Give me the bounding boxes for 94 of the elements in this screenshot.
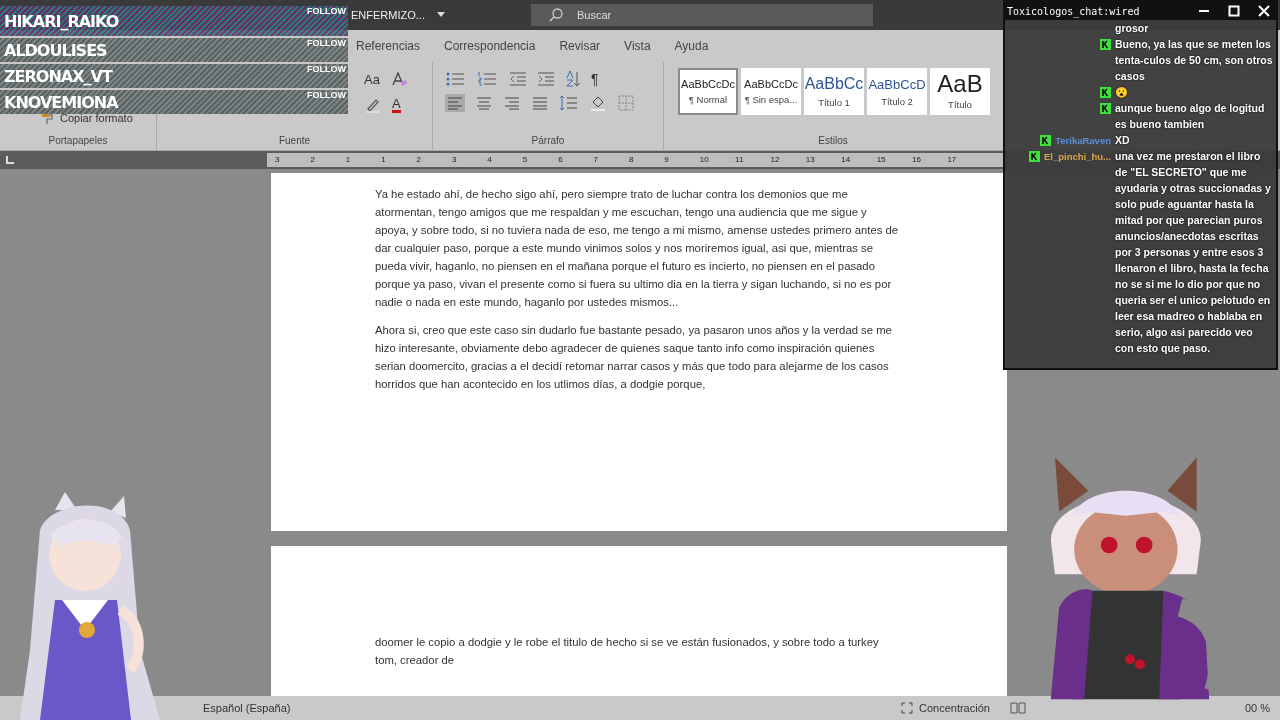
group-label: Portapapeles [47,135,109,148]
ruler-number: 15 [876,154,887,166]
paragraph: Ya he estado ahí, de hecho sigo ahí, pero siempre trato de luchar contra los demonios que me atormentan, tengo amigos que me respaldan y me escuchan, tengo una audiencia que me sigue y apoya, y sobre todo, si no tuviera nada de eso, me tengo a mi mismo, amense ustedes primero antes de dar cualquier paso, porque a este mundo vinimos solos y nos moriremos igual, asi que, mientras se pueda vivir, haganlo, no piensen en el mañana porque el futuro es incierto, no piensen en el pasado porque ya paso, vivan el presente como si fuera su ultimo dia en la tierra y sigan luchando, si no es por nadie o nada en este mundo, haganlo por ustedes mismos... [375,187,900,310]
chat-username[interactable]: El_pinchi_hu... [1043,151,1111,162]
bullet-list-icon[interactable] [445,71,467,87]
brush-icon [40,111,54,125]
ruler-number: 8 [628,154,635,166]
ruler-number: 9 [664,154,670,166]
format-painter-button[interactable]: Copiar formato [40,111,133,125]
align-center-icon[interactable] [475,94,493,112]
follower-name: ALDOULISES [4,40,107,60]
font-color-button[interactable]: A [392,97,401,113]
style-gallery-item[interactable]: AaBbCcD Título 2 [867,68,927,115]
ruler-number: 13 [805,154,816,166]
chat-message: una vez me prestaron el libro de "EL SECRETO" que me ayudaria y otras succionadas y solo pude aguantar hasta la mitad por que parecian puros anuncios/anecdotas escritas por 3 personas y entre esos 3 llenaron el libro, hasta la fecha no se si me lo dio por que no queria ser el unico pelotudo en leer esa madreo o hablaba en serio, algo asi parecido veo con esto que paso. [1115,149,1272,356]
clear-format-icon[interactable] [389,70,408,88]
style-preview: AaBbCc [805,75,863,93]
ruler-number: 1 [345,154,352,166]
follow-label: FOLLOW [307,38,346,48]
style-preview: AaB [937,73,983,95]
style-preview: AaBbCcDc [681,78,735,90]
chat-message: aunque bueno algo de logitud es bueno tambien [1115,101,1266,132]
style-preview: AaBbCcD [868,76,926,92]
chat-message: grosor [1115,21,1150,36]
follow-label: FOLLOW [307,6,346,16]
chat-message: 😮 [1115,85,1129,100]
ruler-number: 2 [310,154,316,166]
ruler-number: 11 [735,154,745,166]
ruler-number: 2 [416,154,422,166]
ruler-number: 7 [593,154,599,166]
style-name: ¶ Normal [688,94,728,105]
ruler-number: 4 [487,154,493,166]
language-indicator[interactable]: Español (España) [203,702,291,714]
ribbon-tab[interactable]: Correspondencia [444,35,536,57]
zoom-level[interactable]: 00 % [1244,702,1270,714]
search-icon [548,8,563,22]
show-formatting-button[interactable]: ¶ [591,71,599,87]
ruler-number: 16 [912,154,922,166]
align-right-icon[interactable] [503,94,521,112]
search-field[interactable]: Buscar [530,4,873,26]
ruler-number: 3 [275,154,281,166]
group-label: Fuente [277,135,312,148]
follower-name: KNOVEMIONA [4,92,118,112]
group-label: Párrafo [530,135,566,148]
caret-icon [436,12,445,18]
ribbon-tab[interactable]: Vista [624,35,651,57]
focus-mode-button[interactable]: Concentración [895,701,996,715]
ruler-number: 10 [699,154,710,166]
document-title[interactable]: ENFERMIZO... [351,9,445,21]
ruler[interactable]: 3 2 1 1 2 3 4 5 6 7 8 9 10 11 12 13 14 15 16 17 [267,153,1003,167]
follow-label: FOLLOW [307,90,346,100]
line-spacing-icon[interactable] [559,94,579,112]
follower-name: HIKARI_RAIKO [4,11,119,31]
style-name: Título [948,99,972,110]
ribbon-tab[interactable]: Ayuda [674,35,709,57]
style-name: ¶ Sin espa... [744,94,798,105]
style-name: Título 1 [818,97,850,108]
follow-label: FOLLOW [307,64,346,74]
chat-message: XD [1115,133,1131,148]
style-name: Título 2 [881,95,913,107]
ruler-number: 12 [770,154,781,166]
change-case-button[interactable]: Aa [364,71,380,87]
justify-icon[interactable] [531,94,549,112]
tab-selector[interactable] [6,156,14,164]
ribbon-tab[interactable]: Revisar [559,35,601,57]
ruler-number: 14 [841,154,852,166]
chat-message: Bueno, ya las que se meten los tenta-culos de 50 cm, son otros casos [1115,37,1273,84]
shading-icon[interactable] [589,94,607,112]
group-label: Estilos [817,135,849,148]
ruler-number: 5 [522,154,529,166]
align-left-icon[interactable] [445,94,465,112]
chat-window-title: Toxicologos_chat:wired [1007,5,1141,17]
style-gallery-item[interactable]: AaBbCcDc ¶ Sin espa... [741,68,801,115]
style-gallery-item[interactable]: AaB Título [930,68,990,115]
sort-icon[interactable] [565,70,581,88]
ruler-number: 17 [947,154,958,166]
ruler-number: 6 [558,154,564,166]
follower-name: ZERONAX_VT [4,66,112,86]
read-mode-icon[interactable] [1009,702,1026,714]
style-preview: AaBbCcDc [744,78,798,90]
ribbon-tab[interactable]: Referencias [356,35,421,57]
close-icon[interactable] [1258,5,1270,17]
decrease-indent-icon[interactable] [509,71,527,87]
paragraph: doomer le copio a dodgie y le robe el titulo de hecho si se ve están fusionados, y sobre todo a turkey tom, creador de [375,635,880,668]
increase-indent-icon[interactable] [537,71,555,87]
style-gallery-item[interactable]: AaBbCcDc ¶ Normal [678,68,738,115]
paragraph: Ahora si, creo que este caso sin dudarlo fue bastante pesado, ya pasaron unos años y la verdad se me hizo interesante, obviamente debo agradecer de quienes saque tanto info como inspiración quienes serian doomercito, gracias a el decidí retomar narrar casos y más que todo para alejarme de los casos horridos que han acontecido en los utlimos días, a dodgie porque, [375,323,893,392]
numbered-list-icon[interactable] [477,71,499,87]
maximize-icon[interactable] [1228,5,1240,17]
focus-icon [901,702,913,714]
borders-icon[interactable] [617,94,635,112]
style-gallery-item[interactable]: AaBbCc Título 1 [804,68,864,115]
ruler-number: 3 [451,154,458,166]
ruler-number: 1 [381,154,387,166]
